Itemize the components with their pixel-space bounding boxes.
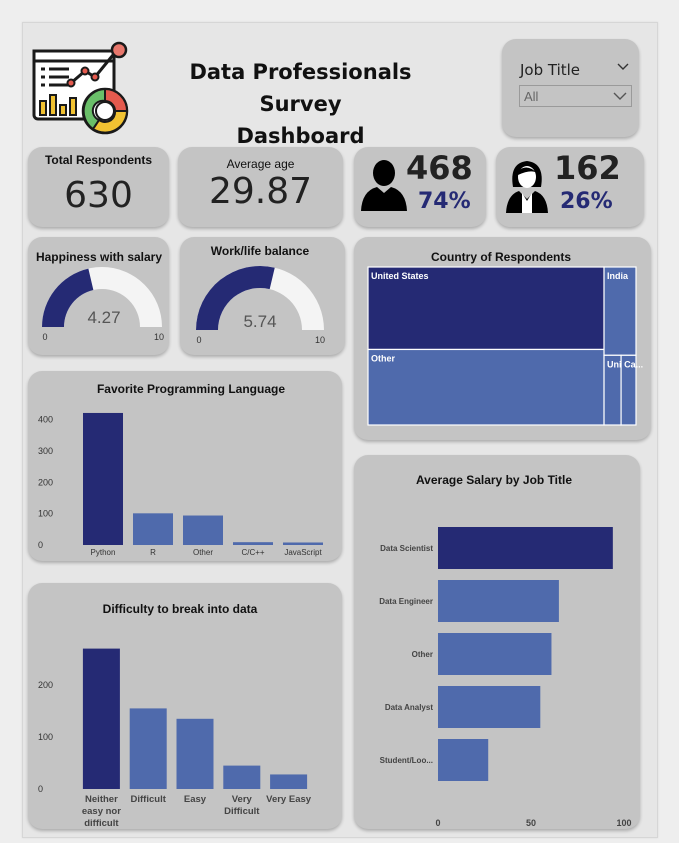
- x-category-label: Easy: [184, 794, 207, 805]
- y-tick-label: 400: [38, 415, 53, 425]
- bar[interactable]: [129, 708, 167, 789]
- treemap-label: United States: [371, 271, 429, 281]
- slicer-label: Job Title: [520, 61, 581, 79]
- x-category-label: JavaScript: [284, 548, 322, 557]
- gauge-min-label: 0: [42, 332, 47, 342]
- salary-happiness-gauge: Happiness with salary 4.27 0 10: [36, 250, 164, 342]
- kpi-value: 630: [64, 175, 133, 216]
- bar[interactable]: [438, 527, 613, 569]
- work-life-gauge: Work/life balance 5.74 0 10: [196, 244, 325, 345]
- x-category-label: Difficult: [224, 806, 260, 817]
- bar[interactable]: [176, 718, 214, 789]
- male-respondents-card: 468 74%: [354, 147, 486, 227]
- kpi-value: 29.87: [208, 171, 313, 212]
- treemap-label: India: [607, 271, 629, 281]
- x-category-label: Very: [232, 794, 253, 805]
- y-tick-label: 200: [38, 680, 53, 690]
- y-tick-label: 100: [38, 732, 53, 742]
- dropdown-selected-value: All: [524, 89, 539, 104]
- bar[interactable]: [438, 686, 541, 728]
- chevron-down-icon: [613, 92, 627, 100]
- programming-language-bar-chart: Favorite Programming Language 0 100 200 300…: [38, 382, 323, 557]
- job-title-slicer: Job Title All: [502, 39, 639, 137]
- gauge-title: Happiness with salary: [36, 250, 162, 264]
- dashboard-title: Data Professionals Survey Dashboard: [148, 56, 453, 152]
- country-treemap-card: Country of Respondents United States Othe…: [354, 237, 651, 440]
- male-percent: 74%: [418, 189, 471, 214]
- country-treemap: Country of Respondents United States Othe…: [367, 250, 643, 426]
- gauge-title: Work/life balance: [211, 244, 310, 258]
- gauge-min-label: 0: [196, 335, 201, 345]
- bar[interactable]: [183, 515, 223, 545]
- difficulty-card: Difficulty to break into data 0 100 200 Nei…: [28, 583, 342, 829]
- chart-title: Favorite Programming Language: [97, 382, 285, 396]
- bar[interactable]: [438, 739, 489, 781]
- x-category-label: Difficult: [131, 794, 167, 805]
- y-tick-label: 0: [38, 540, 43, 550]
- y-category-label: Data Scientist: [380, 544, 433, 553]
- salary-happiness-gauge-card: Happiness with salary 4.27 0 10: [28, 237, 169, 355]
- salary-by-job-card: Average Salary by Job Title Data Scienti…: [354, 455, 640, 829]
- difficulty-bar-chart: Difficulty to break into data 0 100 200 Nei…: [38, 602, 312, 829]
- female-user-icon: [506, 161, 548, 213]
- bar[interactable]: [283, 542, 323, 545]
- x-category-label: easy nor: [82, 806, 121, 817]
- bar[interactable]: [438, 633, 552, 675]
- x-category-label: R: [150, 548, 156, 557]
- bar[interactable]: [233, 542, 273, 545]
- gauge-value: 5.74: [243, 312, 276, 331]
- x-category-label: C/C++: [241, 548, 264, 557]
- x-tick-label: 50: [526, 818, 536, 828]
- gauge-max-label: 10: [154, 332, 164, 342]
- y-category-label: Student/Loo...: [380, 756, 433, 765]
- kpi-label: Average age: [226, 157, 295, 171]
- male-user-icon: [361, 160, 407, 211]
- analytics-dashboard-icon: [32, 41, 129, 135]
- gauge-max-label: 10: [315, 335, 325, 345]
- y-tick-label: 300: [38, 446, 53, 456]
- salary-by-job-bar-chart: Average Salary by Job Title Data Scienti…: [379, 473, 631, 828]
- treemap-label: Other: [371, 353, 396, 363]
- x-tick-label: 0: [435, 818, 440, 828]
- gauge-fill: [42, 268, 94, 327]
- x-category-label: Other: [193, 548, 213, 557]
- y-tick-label: 200: [38, 477, 53, 487]
- male-count: 468: [406, 149, 473, 187]
- bar[interactable]: [223, 765, 261, 789]
- job-title-dropdown[interactable]: All: [519, 85, 632, 107]
- bar[interactable]: [133, 513, 173, 545]
- gauge-value: 4.27: [87, 308, 120, 327]
- female-count: 162: [554, 149, 621, 187]
- chart-title: Difficulty to break into data: [103, 602, 258, 616]
- x-tick-label: 100: [616, 818, 631, 828]
- y-tick-label: 0: [38, 784, 43, 794]
- x-category-label: Python: [91, 548, 116, 557]
- collapse-chevron-icon[interactable]: [617, 63, 629, 71]
- title-line-1: Data Professionals Survey: [189, 60, 412, 116]
- x-category-label: Very Easy: [266, 794, 312, 805]
- x-category-label: Neither: [85, 794, 118, 805]
- y-tick-label: 100: [38, 509, 53, 519]
- dashboard-page: Data Professionals Survey Dashboard Job …: [22, 22, 658, 838]
- y-category-label: Other: [412, 650, 433, 659]
- bar[interactable]: [270, 774, 308, 789]
- y-category-label: Data Analyst: [385, 703, 434, 712]
- treemap-cell[interactable]: [367, 348, 605, 426]
- female-respondents-card: 162 26%: [496, 147, 644, 227]
- total-respondents-card: Total Respondents 630: [28, 147, 169, 227]
- x-category-label: difficult: [84, 818, 119, 829]
- average-age-card: Average age 29.87: [178, 147, 343, 227]
- bar[interactable]: [83, 412, 123, 545]
- y-category-label: Data Engineer: [379, 597, 433, 606]
- programming-language-card: Favorite Programming Language 0 100 200 300…: [28, 371, 342, 561]
- bar[interactable]: [82, 648, 120, 789]
- chart-title: Average Salary by Job Title: [416, 473, 572, 487]
- treemap-label: Ca...: [624, 359, 643, 369]
- chart-title: Country of Respondents: [431, 250, 571, 264]
- kpi-label: Total Respondents: [44, 153, 153, 167]
- work-life-gauge-card: Work/life balance 5.74 0 10: [180, 237, 345, 355]
- female-percent: 26%: [560, 189, 613, 214]
- bar[interactable]: [438, 580, 559, 622]
